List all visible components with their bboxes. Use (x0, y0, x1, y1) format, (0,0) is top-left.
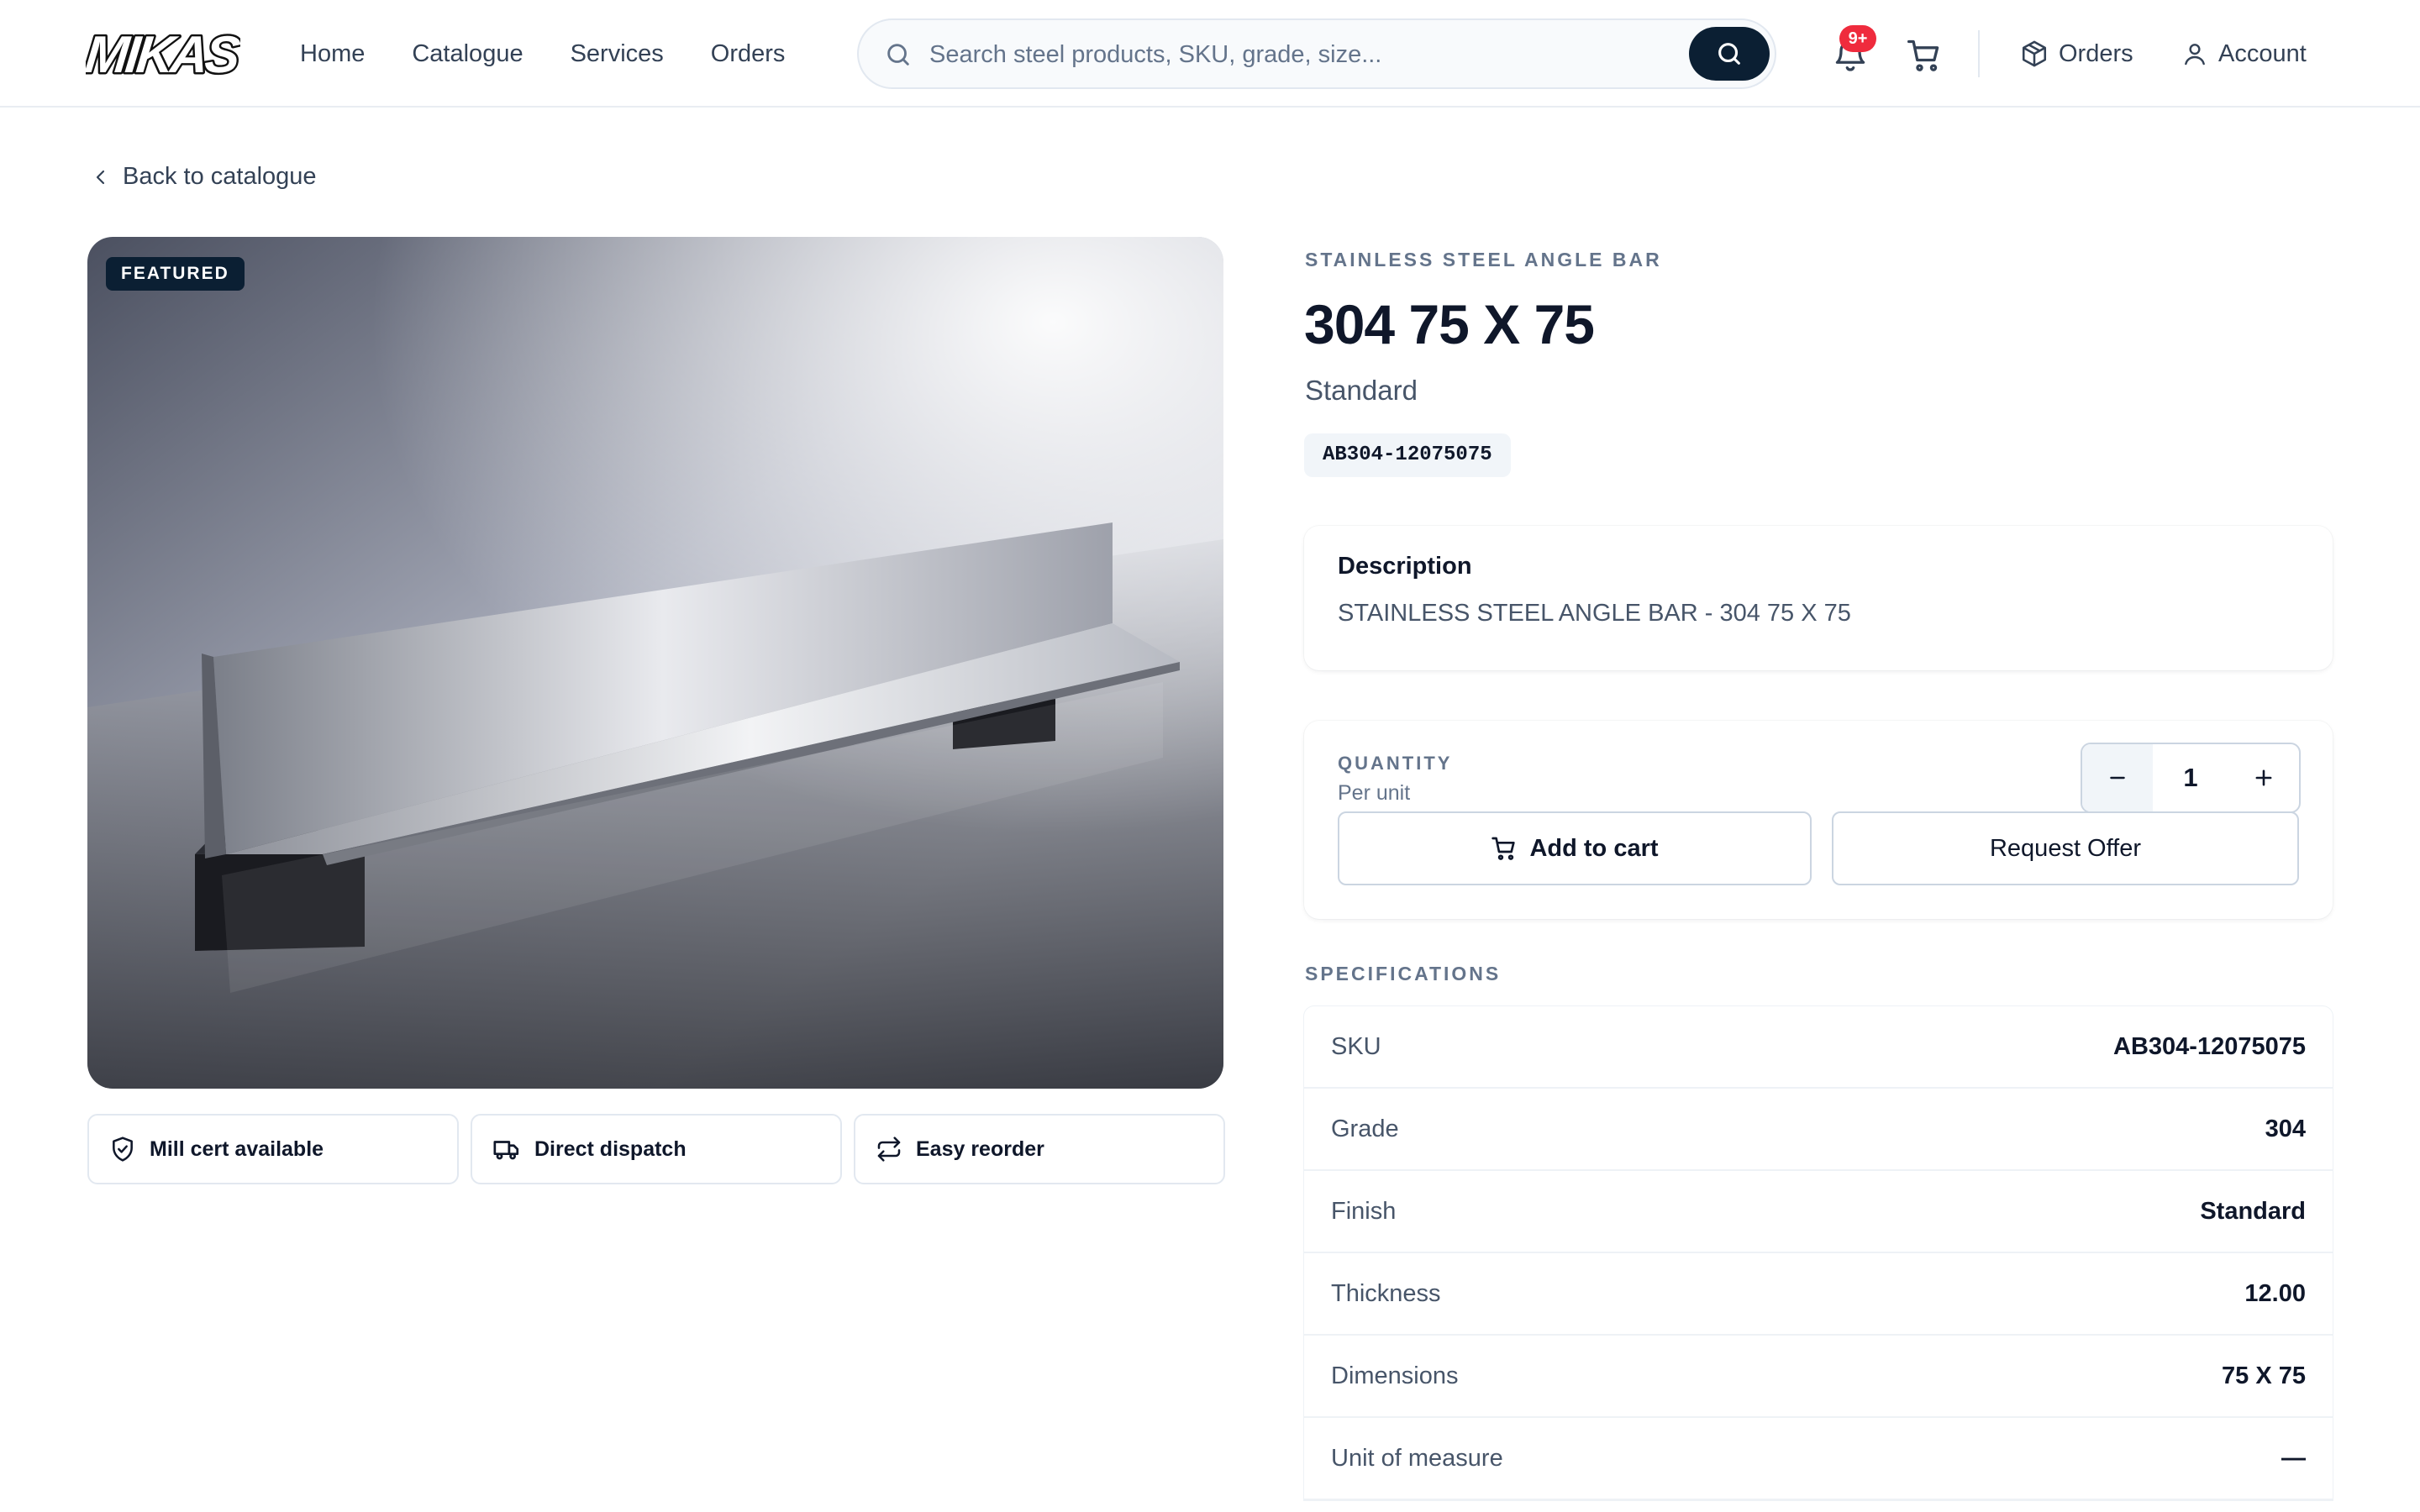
package-icon (2022, 40, 2047, 67)
main-nav: Home Catalogue Services Orders (300, 0, 785, 108)
nav-catalogue[interactable]: Catalogue (412, 40, 523, 68)
quantity-value[interactable]: 1 (2153, 763, 2228, 793)
search-bar (857, 18, 1776, 89)
minus-icon (2110, 776, 2125, 780)
decrement-button[interactable] (2082, 744, 2153, 811)
specifications-table: SKU AB304-12075075 Grade 304 Finish Stan… (1304, 1006, 2333, 1500)
quantity-unit: Per unit (1338, 781, 1411, 805)
top-header: MIKAS Home Catalogue Services Orders 9+ … (0, 0, 2420, 108)
feature-label: Easy reorder (916, 1137, 1044, 1161)
notification-badge: 9+ (1839, 25, 1876, 52)
spec-value: Standard (2200, 1197, 2306, 1225)
product-title: 304 75 X 75 (1304, 293, 1595, 355)
cart-icon[interactable] (1906, 37, 1943, 74)
spec-value: AB304-12075075 (2113, 1032, 2306, 1060)
spec-value: — (2281, 1444, 2306, 1472)
header-divider (1978, 30, 1980, 77)
back-label: Back to catalogue (123, 163, 317, 190)
feature-list: Mill cert available Direct dispatch Easy… (87, 1114, 1225, 1184)
quantity-card: QUANTITY Per unit 1 Add to cart Request … (1304, 721, 2333, 919)
cart-icon (1491, 837, 1516, 860)
description-heading: Description (1338, 553, 1472, 580)
search-input[interactable] (929, 32, 1686, 77)
increment-button[interactable] (2228, 744, 2299, 811)
description-card: Description STAINLESS STEEL ANGLE BAR - … (1304, 526, 2333, 670)
feature-label: Direct dispatch (534, 1137, 687, 1161)
request-offer-label: Request Offer (1989, 834, 2141, 862)
feature-easy-reorder: Easy reorder (854, 1114, 1225, 1184)
spec-key: SKU (1331, 1032, 1381, 1060)
spec-value: 75 X 75 (2222, 1362, 2306, 1389)
mikas-logo[interactable]: MIKAS (86, 22, 240, 82)
back-to-catalogue-link[interactable]: Back to catalogue (91, 163, 317, 191)
repeat-icon (877, 1137, 901, 1162)
sku-chip: AB304-12075075 (1304, 433, 1511, 477)
header-orders-link[interactable]: Orders (2020, 34, 2133, 74)
spec-value: 304 (2265, 1115, 2306, 1142)
quantity-label: QUANTITY (1338, 753, 1453, 774)
svg-text:MIKAS: MIKAS (86, 26, 240, 82)
feature-direct-dispatch: Direct dispatch (471, 1114, 842, 1184)
product-finish: Standard (1305, 375, 1418, 406)
header-orders-label: Orders (2059, 39, 2133, 67)
spec-row-dimensions: Dimensions 75 X 75 (1304, 1336, 2333, 1418)
nav-home[interactable]: Home (300, 40, 365, 68)
header-account-label: Account (2218, 39, 2307, 67)
spec-key: Grade (1331, 1115, 1399, 1142)
truck-icon (493, 1141, 519, 1160)
spec-key: Finish (1331, 1197, 1397, 1225)
request-offer-button[interactable]: Request Offer (1832, 811, 2299, 885)
spec-row-unit-of-measure: Unit of measure — (1304, 1418, 2333, 1500)
search-icon (887, 44, 909, 66)
featured-badge: FEATURED (106, 257, 245, 291)
search-button[interactable] (1689, 27, 1770, 81)
nav-orders[interactable]: Orders (711, 40, 786, 68)
spec-row-thickness: Thickness 12.00 (1304, 1253, 2333, 1336)
chevron-left-icon (96, 170, 105, 184)
spec-key: Thickness (1331, 1279, 1441, 1307)
product-category: STAINLESS STEEL ANGLE BAR (1305, 249, 1662, 270)
add-to-cart-label: Add to cart (1529, 834, 1659, 862)
quantity-stepper: 1 (2081, 743, 2301, 813)
search-icon (1718, 43, 1740, 65)
description-text: STAINLESS STEEL ANGLE BAR - 304 75 X 75 (1338, 600, 1851, 627)
product-image (87, 237, 1223, 1089)
spec-key: Dimensions (1331, 1362, 1459, 1389)
feature-label: Mill cert available (150, 1137, 324, 1161)
feature-mill-cert: Mill cert available (87, 1114, 459, 1184)
header-account-link[interactable]: Account (2181, 34, 2307, 74)
spec-row-grade: Grade 304 (1304, 1089, 2333, 1171)
spec-row-sku: SKU AB304-12075075 (1304, 1006, 2333, 1089)
plus-icon (2255, 769, 2272, 786)
add-to-cart-button[interactable]: Add to cart (1338, 811, 1812, 885)
spec-value: 12.00 (2244, 1279, 2306, 1307)
nav-services[interactable]: Services (571, 40, 664, 68)
spec-key: Unit of measure (1331, 1444, 1503, 1472)
spec-row-finish: Finish Standard (1304, 1171, 2333, 1253)
user-icon (2185, 44, 2205, 66)
shield-check-icon (113, 1137, 133, 1162)
specifications-title: SPECIFICATIONS (1305, 963, 1502, 984)
